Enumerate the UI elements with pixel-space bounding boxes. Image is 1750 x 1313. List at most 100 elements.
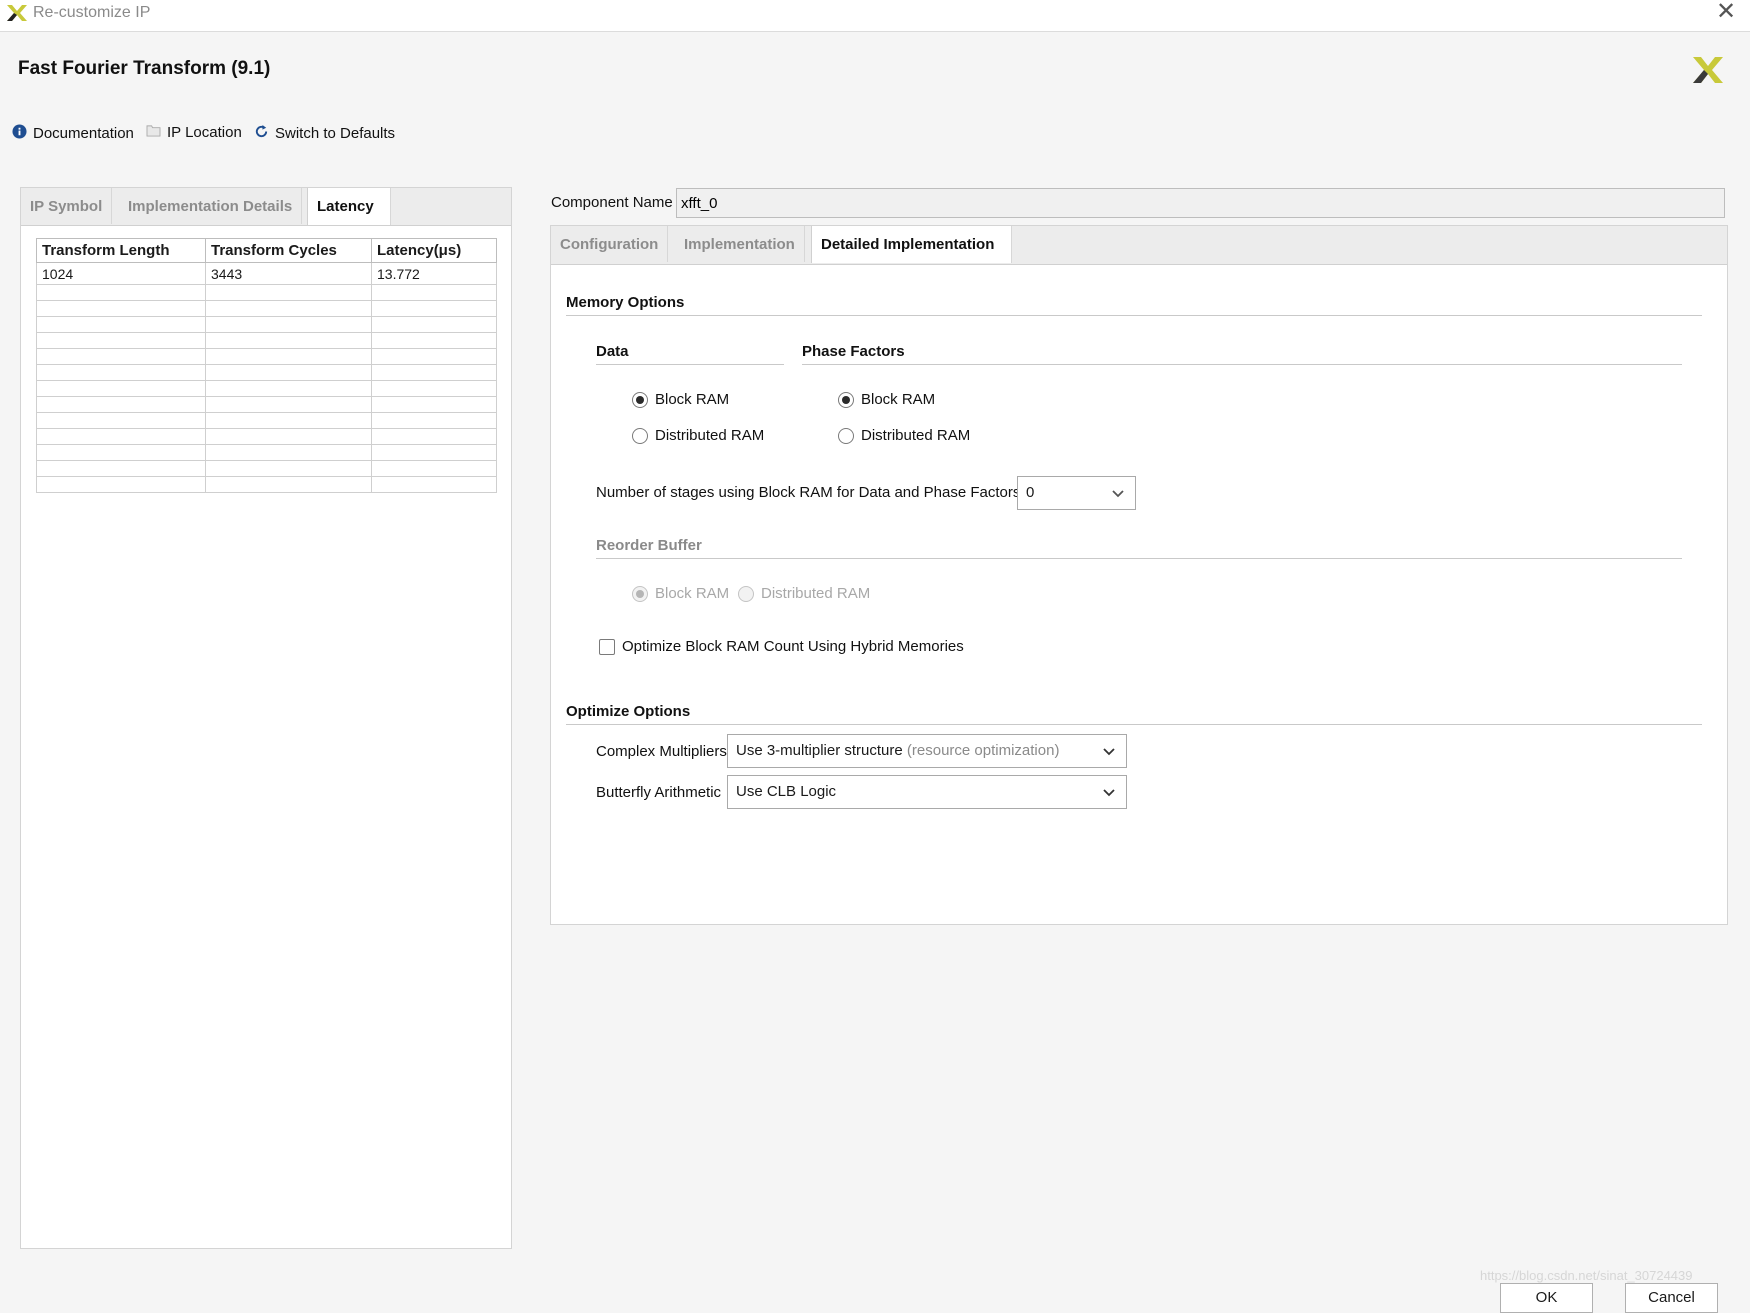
butterfly-arithmetic-select[interactable]: Use CLB Logic <box>727 775 1127 809</box>
switch-defaults-label: Switch to Defaults <box>275 125 396 142</box>
tab-latency[interactable]: Latency <box>307 188 391 225</box>
component-name-input[interactable] <box>676 188 1725 218</box>
complex-multipliers-value: Use 3-multiplier structure (resource opt… <box>736 735 1059 767</box>
table-cell-empty <box>205 460 372 477</box>
phase-distributed-ram-label: Distributed RAM <box>861 427 971 444</box>
optimize-options-divider <box>566 724 1702 725</box>
table-cell-empty <box>205 332 372 349</box>
table-cell-empty <box>36 476 206 493</box>
complex-multipliers-text: Use 3-multiplier structure <box>736 742 903 759</box>
table-row-empty <box>36 396 497 413</box>
reorder-distributed-ram-radio[interactable]: Distributed RAM <box>738 585 870 602</box>
tab-configuration[interactable]: Configuration <box>551 226 669 262</box>
reorder-block-ram-radio[interactable]: Block RAM <box>632 585 729 602</box>
stages-value: 0 <box>1026 484 1035 501</box>
table-cell-empty <box>36 348 206 365</box>
documentation-label: Documentation <box>33 125 134 142</box>
ok-button[interactable]: OK <box>1500 1283 1593 1313</box>
left-panel: IP Symbol Implementation Details Latency… <box>20 187 512 1249</box>
butterfly-arithmetic-value: Use CLB Logic <box>736 783 837 800</box>
table-cell-empty <box>36 300 206 317</box>
optimize-options-title: Optimize Options <box>566 703 691 720</box>
radio-unselected-icon <box>838 427 854 444</box>
folder-icon <box>146 124 161 141</box>
memory-options-divider <box>566 315 1702 316</box>
radio-unselected-disabled-icon <box>738 585 754 602</box>
latency-table: Transform Length Transform Cycles Latenc… <box>36 238 497 493</box>
chevron-down-icon <box>1102 785 1116 803</box>
table-row-empty <box>36 284 497 301</box>
table-cell-empty <box>36 396 206 413</box>
tab-detailed-implementation[interactable]: Detailed Implementation <box>811 226 1012 263</box>
memory-options-title: Memory Options <box>566 294 685 311</box>
phase-block-ram-label: Block RAM <box>861 391 936 408</box>
window-title: Re-customize IP <box>33 4 151 21</box>
cell-transform-cycles: 3443 <box>205 262 372 285</box>
radio-unselected-icon <box>632 427 648 444</box>
ip-location-button[interactable]: IP Location <box>146 124 242 141</box>
table-cell-empty <box>205 412 372 429</box>
data-section-title: Data <box>596 343 629 360</box>
table-cell-empty <box>371 460 497 477</box>
table-cell-empty <box>36 444 206 461</box>
table-row-empty <box>36 316 497 333</box>
table-cell-empty <box>36 364 206 381</box>
right-panel: Configuration Implementation Detailed Im… <box>550 225 1728 925</box>
data-distributed-ram-radio[interactable]: Distributed RAM <box>632 427 764 444</box>
column-header-latency: Latency(μs) <box>371 238 497 263</box>
table-cell-empty <box>371 476 497 493</box>
table-cell-empty <box>205 284 372 301</box>
table-row-empty <box>36 364 497 381</box>
ip-location-label: IP Location <box>167 124 242 141</box>
table-cell-empty <box>371 428 497 445</box>
data-block-ram-radio[interactable]: Block RAM <box>632 391 729 408</box>
complex-multipliers-label: Complex Multipliers <box>596 743 727 760</box>
table-cell-empty <box>371 284 497 301</box>
refresh-icon <box>254 124 269 143</box>
table-cell-empty <box>36 332 206 349</box>
switch-to-defaults-button[interactable]: Switch to Defaults <box>254 124 395 143</box>
reorder-buffer-divider <box>596 558 1682 559</box>
table-row-empty <box>36 348 497 365</box>
complex-multipliers-select[interactable]: Use 3-multiplier structure (resource opt… <box>727 734 1127 768</box>
table-cell-empty <box>371 380 497 397</box>
radio-selected-icon <box>838 391 854 408</box>
cancel-button[interactable]: Cancel <box>1625 1283 1718 1313</box>
butterfly-arithmetic-label: Butterfly Arithmetic <box>596 784 722 801</box>
table-cell-empty <box>371 412 497 429</box>
table-cell-empty <box>205 444 372 461</box>
stages-label: Number of stages using Block RAM for Dat… <box>596 484 1021 501</box>
table-cell-empty <box>371 364 497 381</box>
tab-implementation-details[interactable]: Implementation Details <box>119 188 303 224</box>
checkbox-unchecked-icon <box>599 638 615 655</box>
phase-factors-divider <box>802 364 1682 365</box>
reorder-buffer-title: Reorder Buffer <box>596 537 702 554</box>
table-cell-empty <box>371 396 497 413</box>
table-cell-empty <box>371 316 497 333</box>
table-row-empty <box>36 332 497 349</box>
tab-ip-symbol[interactable]: IP Symbol <box>21 188 113 224</box>
table-cell-empty <box>205 348 372 365</box>
phase-block-ram-radio[interactable]: Block RAM <box>838 391 935 408</box>
table-cell-empty <box>371 332 497 349</box>
tab-implementation[interactable]: Implementation <box>675 226 805 262</box>
table-row-empty <box>36 380 497 397</box>
complex-multipliers-hint: (resource optimization) <box>906 742 1060 759</box>
documentation-link[interactable]: Documentation <box>12 124 134 143</box>
table-row-empty <box>36 444 497 461</box>
table-cell-empty <box>36 412 206 429</box>
close-icon[interactable]: ✕ <box>1716 0 1736 24</box>
phase-distributed-ram-radio[interactable]: Distributed RAM <box>838 427 970 444</box>
data-block-ram-label: Block RAM <box>655 391 730 408</box>
reorder-distributed-ram-label: Distributed RAM <box>761 585 871 602</box>
stages-select[interactable]: 0 <box>1017 476 1136 510</box>
column-header-transform-cycles: Transform Cycles <box>205 238 372 263</box>
table-row-empty <box>36 460 497 477</box>
data-divider <box>596 364 784 365</box>
hybrid-memories-checkbox[interactable]: Optimize Block RAM Count Using Hybrid Me… <box>599 638 964 655</box>
reorder-block-ram-label: Block RAM <box>655 585 730 602</box>
radio-selected-icon <box>632 391 648 408</box>
table-cell-empty <box>371 348 497 365</box>
table-cell-empty <box>205 316 372 333</box>
page-title: Fast Fourier Transform (9.1) <box>18 58 271 79</box>
